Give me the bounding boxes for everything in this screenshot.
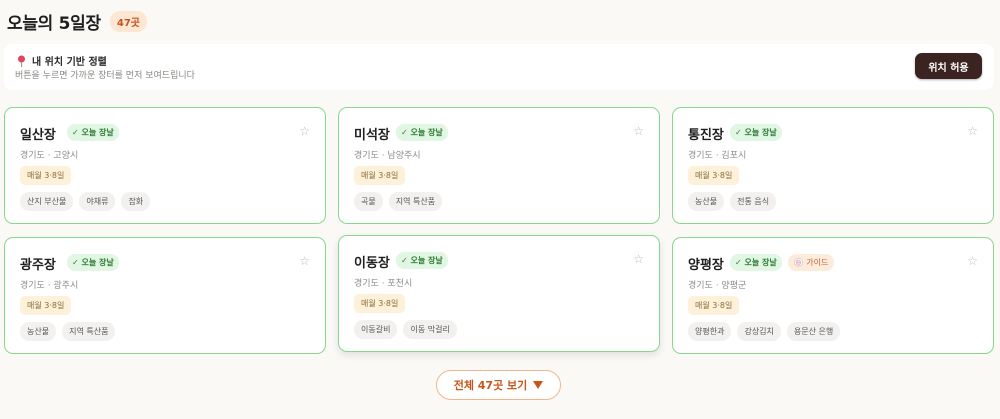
market-tag: 잡화: [121, 192, 151, 211]
location-sort-title: 내 위치 기반 정렬: [32, 57, 107, 68]
market-tag: 지역 특산품: [388, 192, 443, 211]
page-title: 오늘의 5일장: [7, 14, 101, 34]
market-tag: 곡물: [354, 192, 383, 211]
market-tag: 전통 음식: [730, 192, 777, 211]
today-market-badge: ✓ 오늘 장날: [67, 124, 119, 141]
favorite-star-icon[interactable]: ☆: [299, 124, 310, 138]
today-market-badge: ✓ 오늘 장날: [730, 124, 782, 141]
market-tag: 강상김치: [737, 322, 781, 341]
market-name: 미석장: [354, 128, 390, 143]
market-region: 경기도 · 양평군: [688, 281, 747, 291]
market-tag: 용문산 은행: [786, 322, 841, 341]
favorite-star-icon[interactable]: ☆: [299, 254, 310, 268]
favorite-star-icon[interactable]: ☆: [967, 254, 978, 268]
favorite-star-icon[interactable]: ☆: [633, 252, 644, 266]
market-count-badge: 47곳: [109, 11, 147, 32]
market-region: 경기도 · 고양시: [20, 151, 79, 161]
page-header: 오늘의 5일장 47곳: [7, 9, 147, 34]
market-region: 경기도 · 남양주시: [354, 151, 421, 161]
market-card-yangpyeong[interactable]: 양평장 ✓ 오늘 장날 🍥 가이드 ☆ 경기도 · 양평군 매월 3·8일 양평…: [672, 237, 994, 354]
market-name: 광주장: [20, 258, 56, 273]
market-schedule: 매월 3·8일: [20, 296, 72, 315]
market-tag: 농산물: [688, 192, 725, 211]
market-schedule: 매월 3·8일: [354, 294, 406, 313]
market-card-ilsan[interactable]: 일산장 ✓ 오늘 장날 ☆ 경기도 · 고양시 매월 3·8일 산지 부산물 야…: [4, 107, 326, 224]
market-region: 경기도 · 김포시: [688, 151, 747, 161]
market-name: 이동장: [354, 256, 390, 271]
market-tag: 농산물: [20, 322, 57, 341]
market-card-miseok[interactable]: 미석장 ✓ 오늘 장날 ☆ 경기도 · 남양주시 매월 3·8일 곡물 지역 특…: [338, 107, 660, 224]
market-card-gwangju[interactable]: 광주장 ✓ 오늘 장날 ☆ 경기도 · 광주시 매월 3·8일 농산물 지역 특…: [4, 237, 326, 354]
market-tag: 이동 막걸리: [403, 320, 457, 339]
location-sort-bar: 내 위치 기반 정렬 버튼을 누르면 가까운 장터를 먼저 보여드립니다 위치 …: [4, 44, 994, 90]
location-sort-heading: 내 위치 기반 정렬: [17, 53, 107, 68]
market-schedule: 매월 3·8일: [688, 296, 740, 315]
market-schedule: 매월 3·8일: [354, 166, 406, 185]
allow-location-button[interactable]: 위치 허용: [915, 53, 982, 79]
triangle-down-icon: [533, 381, 544, 389]
market-schedule: 매월 3·8일: [20, 166, 72, 185]
today-market-badge: ✓ 오늘 장날: [396, 124, 448, 141]
market-card-idong[interactable]: 이동장 ✓ 오늘 장날 ☆ 경기도 · 포천시 매월 3·8일 이동갈비 이동 …: [338, 235, 660, 352]
market-tag: 이동갈비: [354, 320, 398, 339]
market-tag: 지역 특산품: [62, 322, 116, 341]
market-name: 일산장: [20, 128, 56, 143]
today-market-badge: ✓ 오늘 장날: [67, 254, 119, 271]
location-sort-subtitle: 버튼을 누르면 가까운 장터를 먼저 보여드립니다: [15, 71, 195, 81]
map-pin-icon: [17, 55, 26, 67]
favorite-star-icon[interactable]: ☆: [633, 124, 644, 138]
market-region: 경기도 · 포천시: [354, 279, 413, 289]
market-tag: 양평한과: [688, 322, 732, 341]
favorite-star-icon[interactable]: ☆: [967, 124, 978, 138]
show-all-label: 전체 47곳 보기: [453, 379, 528, 392]
market-name: 양평장: [688, 258, 724, 273]
today-market-badge: ✓ 오늘 장날: [396, 252, 448, 269]
guide-badge: 🍥 가이드: [787, 254, 835, 271]
market-tag: 야채류: [79, 192, 116, 211]
show-all-markets-button[interactable]: 전체 47곳 보기: [436, 370, 561, 400]
market-tag: 산지 부산물: [20, 192, 74, 211]
market-region: 경기도 · 광주시: [20, 281, 79, 291]
today-market-badge: ✓ 오늘 장날: [730, 254, 782, 271]
market-card-tongjin[interactable]: 통진장 ✓ 오늘 장날 ☆ 경기도 · 김포시 매월 3·8일 농산물 전통 음…: [672, 107, 994, 224]
market-name: 통진장: [688, 128, 724, 143]
market-schedule: 매월 3·8일: [688, 166, 740, 185]
